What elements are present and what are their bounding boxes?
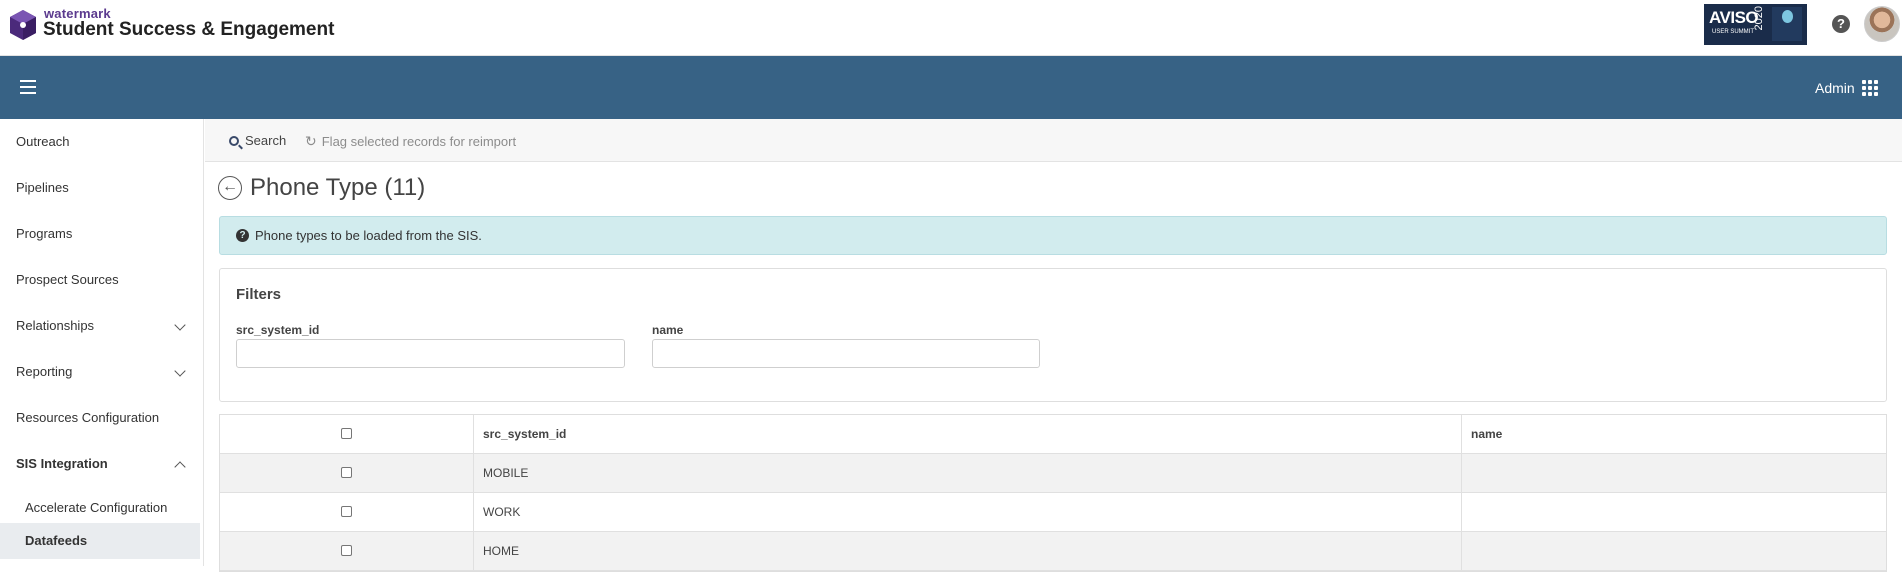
chevron-down-icon <box>174 319 186 331</box>
column-header-name[interactable]: name <box>1462 415 1888 454</box>
name-cell <box>1462 454 1888 493</box>
row-checkbox[interactable] <box>341 506 352 517</box>
filters-panel: Filters src_system_id name <box>219 268 1887 402</box>
src-system-id-label: src_system_id <box>236 323 320 337</box>
src-system-id-cell: MOBILE <box>474 454 1462 493</box>
sidebar-item-programs[interactable]: Programs <box>0 211 204 257</box>
sidebar-item-pipelines[interactable]: Pipelines <box>0 165 204 211</box>
chevron-down-icon <box>174 365 186 377</box>
action-toolbar: Search ↻ Flag selected records for reimpo… <box>205 119 1902 162</box>
src-system-id-cell: HOME <box>474 532 1462 571</box>
info-text: Phone types to be loaded from the SIS. <box>255 228 482 243</box>
help-icon[interactable]: ? <box>1832 15 1850 33</box>
banner-year: 2020 <box>1753 6 1765 31</box>
select-all-checkbox[interactable] <box>341 428 352 439</box>
top-header: watermark Student Success & Engagement A… <box>0 0 1902 56</box>
sidebar-item-outreach[interactable]: Outreach <box>0 119 204 165</box>
back-arrow-icon[interactable]: ← <box>218 176 242 200</box>
flag-reimport-label: Flag selected records for reimport <box>321 134 517 149</box>
records-table: src_system_id name MOBILE WORK HOME <box>219 414 1887 572</box>
row-select-cell <box>220 493 474 532</box>
search-icon <box>229 136 239 146</box>
page-title: Phone Type (11) <box>250 174 426 201</box>
filters-heading: Filters <box>236 286 282 303</box>
sidebar: Outreach Pipelines Programs Prospect Sou… <box>0 119 204 566</box>
sidebar-item-accelerate-configuration[interactable]: Accelerate Configuration <box>0 490 204 526</box>
sidebar-item-resources-configuration[interactable]: Resources Configuration <box>0 395 204 441</box>
nav-bar: Admin <box>0 56 1902 119</box>
sidebar-item-label: SIS Integration <box>16 456 108 471</box>
flag-reimport-button[interactable]: ↻ Flag selected records for reimport <box>305 133 516 150</box>
question-circle-icon: ? <box>236 229 249 242</box>
refresh-icon: ↻ <box>305 133 317 149</box>
sidebar-item-datafeeds[interactable]: Datafeeds <box>0 523 200 559</box>
row-select-cell <box>220 454 474 493</box>
row-select-cell <box>220 532 474 571</box>
sidebar-item-relationships[interactable]: Relationships <box>0 303 204 349</box>
search-button[interactable]: Search <box>229 133 286 148</box>
summit-banner[interactable]: AVISO USER SUMMIT 2020 <box>1704 4 1807 45</box>
hamburger-menu-icon[interactable] <box>20 80 36 94</box>
column-header-src-system-id[interactable]: src_system_id <box>474 415 1462 454</box>
sidebar-item-reporting[interactable]: Reporting <box>0 349 204 395</box>
select-all-cell <box>220 415 474 454</box>
src-system-id-input[interactable] <box>236 339 625 368</box>
name-cell <box>1462 493 1888 532</box>
table-row[interactable]: MOBILE <box>220 454 1886 493</box>
name-cell <box>1462 532 1888 571</box>
search-button-label: Search <box>245 133 287 148</box>
table-row[interactable]: HOME <box>220 532 1886 571</box>
sidebar-item-prospect-sources[interactable]: Prospect Sources <box>0 257 204 303</box>
banner-title: AVISO <box>1709 8 1759 27</box>
table-header-row: src_system_id name <box>220 415 1886 454</box>
row-checkbox[interactable] <box>341 545 352 556</box>
sidebar-item-label: Relationships <box>16 318 95 333</box>
name-filter-label: name <box>652 323 684 337</box>
banner-badge <box>1772 7 1802 41</box>
name-filter-input[interactable] <box>652 339 1040 368</box>
admin-menu-label[interactable]: Admin <box>1815 80 1855 96</box>
watermark-logo-icon <box>10 10 36 40</box>
avatar[interactable] <box>1864 6 1900 42</box>
info-alert: ? Phone types to be loaded from the SIS. <box>219 216 1887 255</box>
apps-grid-icon[interactable] <box>1862 80 1878 96</box>
sidebar-item-label: Reporting <box>16 364 73 379</box>
sidebar-item-sis-integration[interactable]: SIS Integration <box>0 441 204 487</box>
row-checkbox[interactable] <box>341 467 352 478</box>
banner-subtitle: USER SUMMIT <box>1712 29 1754 35</box>
src-system-id-cell: WORK <box>474 493 1462 532</box>
table-row[interactable]: WORK <box>220 493 1886 532</box>
chevron-up-icon <box>174 461 186 473</box>
app-title[interactable]: Student Success & Engagement <box>43 19 334 41</box>
